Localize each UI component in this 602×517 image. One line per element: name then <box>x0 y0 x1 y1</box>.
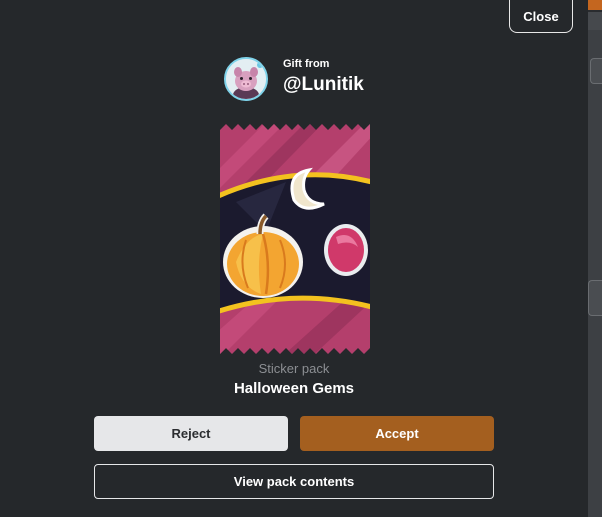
close-button[interactable]: Close <box>509 0 573 33</box>
pack-type-label: Sticker pack <box>258 361 330 376</box>
sticker-pack-image <box>216 122 372 354</box>
gift-dialog: Close Gift from @Lunitik Sticker pack Ha… <box>0 0 588 517</box>
reject-button[interactable]: Reject <box>94 416 288 451</box>
background-right-tab-2 <box>588 280 602 316</box>
pack-name: Halloween Gems <box>233 380 355 397</box>
sender-avatar <box>224 57 268 101</box>
background-right-tab <box>590 58 602 84</box>
pig-avatar-icon <box>226 59 266 99</box>
sender-username: @Lunitik <box>283 74 364 95</box>
accept-button[interactable]: Accept <box>300 416 494 451</box>
gift-from-label: Gift from <box>283 58 330 70</box>
view-pack-contents-button[interactable]: View pack contents <box>94 464 494 499</box>
